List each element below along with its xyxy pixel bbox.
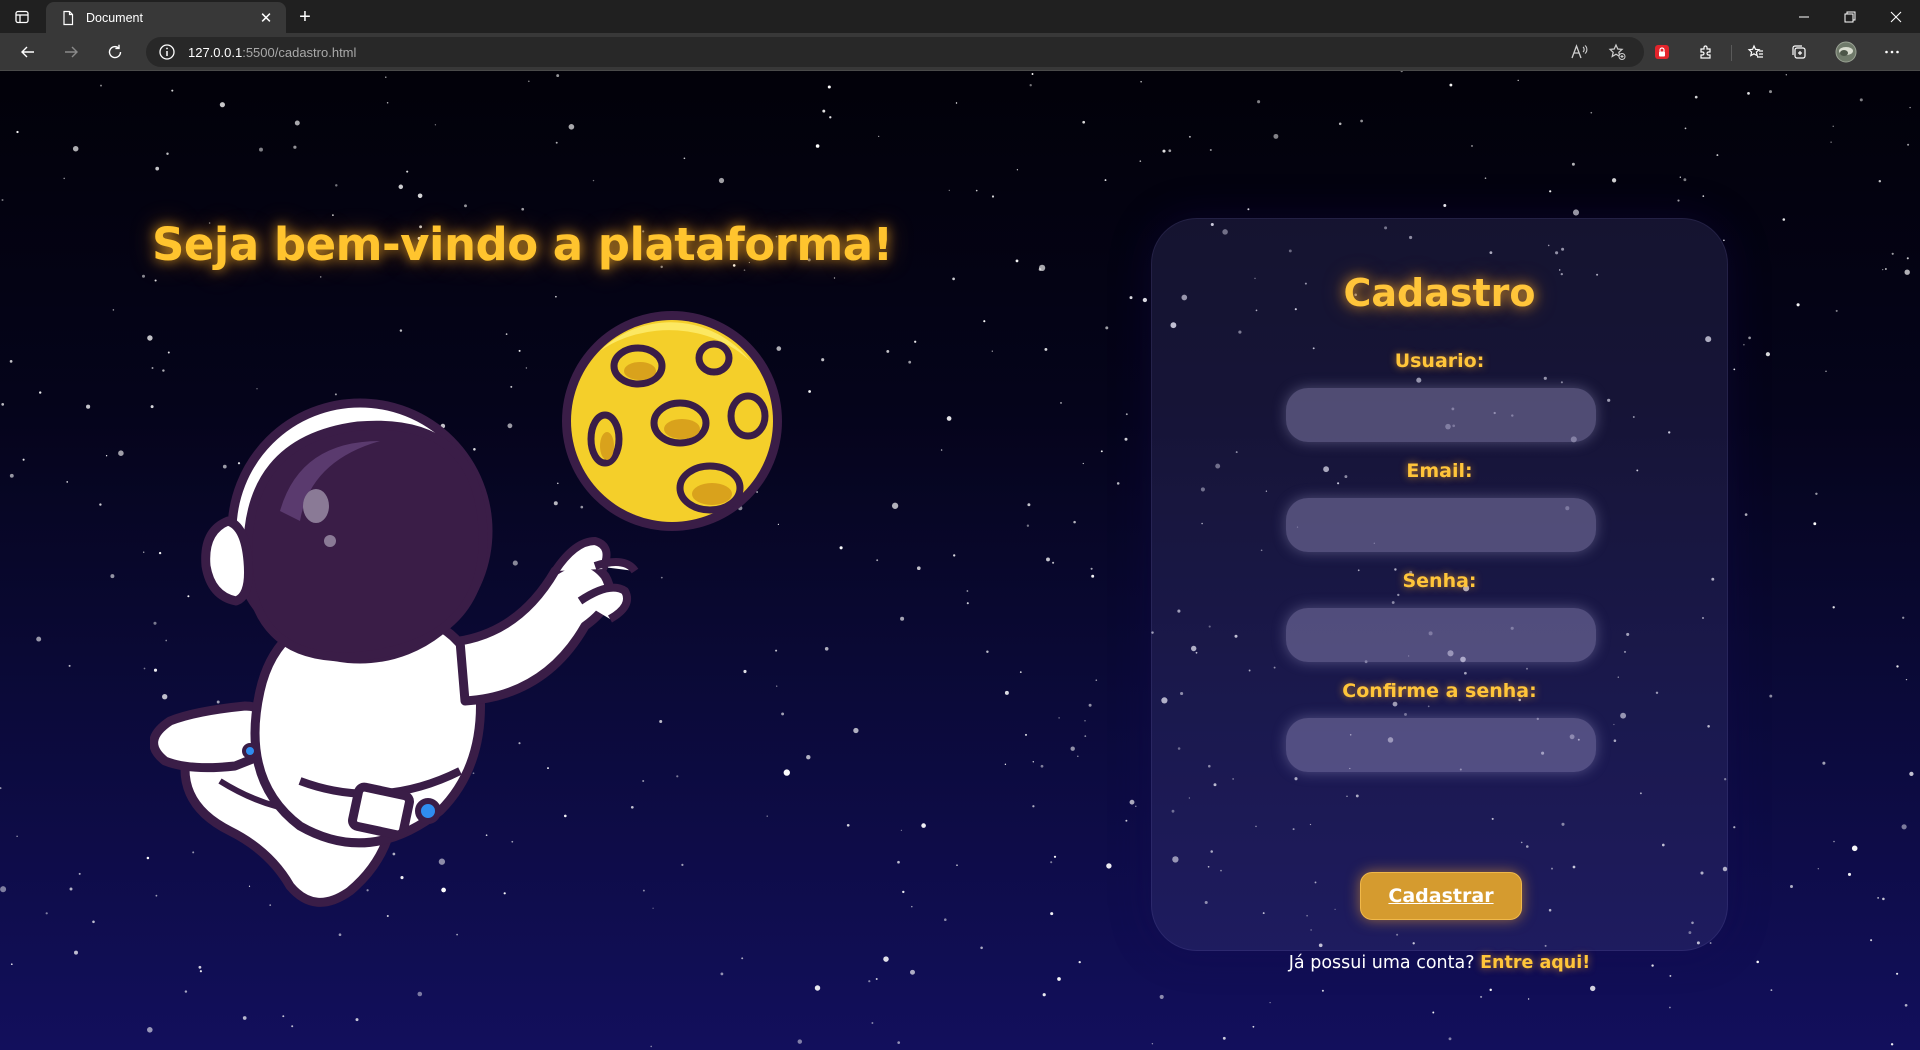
register-button[interactable]: Cadastrar [1360,872,1522,920]
restore-icon[interactable] [1827,0,1873,33]
browser-tab-strip: Document ✕ + [0,0,1920,33]
url-host: 127.0.0.1 [188,44,243,60]
forward-icon[interactable] [55,37,87,67]
page-viewport: Seja bem-vindo a plataforma! Cadastro Us… [0,71,1920,1050]
back-icon[interactable] [12,37,44,67]
password-input[interactable] [1286,608,1596,662]
address-bar[interactable]: 127.0.0.1:5500/cadastro.html [146,37,1644,67]
signin-question: Já possui uma conta? [1288,953,1475,973]
password-label: Senha: [1402,570,1477,592]
close-window-icon[interactable] [1873,0,1919,33]
extension-lock-icon[interactable] [1647,38,1677,66]
toolbar-divider [1731,45,1732,61]
signin-link[interactable]: Entre aqui! [1480,953,1590,973]
browser-toolbar: 127.0.0.1:5500/cadastro.html [0,33,1920,71]
signin-prompt: Já possui uma conta? Entre aqui! [1152,953,1727,973]
confirm-password-label: Confirme a senha: [1342,680,1537,702]
welcome-heading: Seja bem-vindo a plataforma! [152,218,893,271]
browser-tab[interactable]: Document ✕ [46,2,286,33]
email-input[interactable] [1286,498,1596,552]
register-title: Cadastro [1343,271,1536,315]
more-options-icon[interactable] [1877,38,1907,66]
add-favorite-icon[interactable] [1607,42,1627,62]
url-path: :5500/cadastro.html [242,44,357,60]
username-label: Usuario: [1394,350,1485,372]
extensions-icon[interactable] [1691,38,1721,66]
username-input[interactable] [1286,388,1596,442]
collections-icon[interactable] [1784,38,1814,66]
info-icon[interactable] [158,43,176,61]
refresh-icon[interactable] [99,37,131,67]
confirm-password-input[interactable] [1286,718,1596,772]
close-tab-icon[interactable]: ✕ [256,9,276,27]
read-aloud-icon[interactable] [1569,42,1589,62]
minimize-icon[interactable] [1781,0,1827,33]
astronaut-moon-illustration [150,311,782,907]
email-label: Email: [1406,460,1473,482]
astronaut-icon [150,398,639,907]
moon-icon [562,311,782,531]
page-icon [63,10,74,25]
register-card: Cadastro Usuario: Email: Senha: Confirme… [1151,218,1728,973]
new-tab-button[interactable]: + [292,5,318,29]
favorites-icon[interactable] [1741,38,1771,66]
profile-avatar[interactable] [1831,38,1861,66]
tab-actions-icon[interactable] [8,5,36,29]
tab-title: Document [86,10,143,25]
